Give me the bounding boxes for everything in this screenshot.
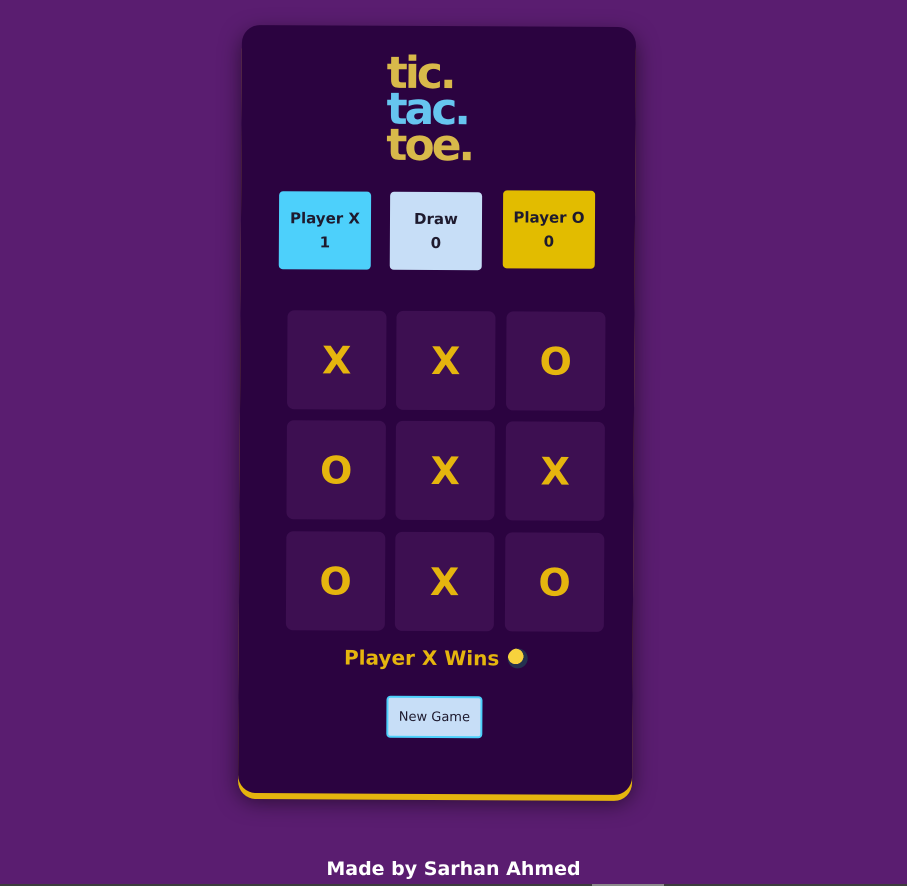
game-board: X X O O X X O X O (285, 310, 610, 634)
new-game-button[interactable]: New Game (386, 695, 483, 739)
score-draw: Draw 0 (389, 191, 483, 271)
score-player-x-value: 1 (319, 233, 331, 252)
board-cell-2[interactable]: X (396, 310, 496, 411)
board-cell-6[interactable]: X (505, 421, 605, 521)
score-player-o: Player O 0 (502, 190, 596, 269)
board-cell-7[interactable]: O (285, 531, 386, 631)
board-cell-8[interactable]: X (394, 531, 495, 632)
scoreboard: Player X 1 Draw 0 Player O 0 (241, 190, 635, 273)
game-status: Player X Wins (239, 645, 633, 671)
score-draw-value: 0 (430, 233, 442, 253)
game-card: tic. tac. toe. Player X 1 Draw 0 Player … (237, 24, 637, 796)
board-cell-4[interactable]: O (286, 420, 386, 520)
score-player-o-label: Player O (513, 208, 585, 227)
footer-credit: Made by Sarhan Ahmed (326, 858, 581, 880)
board-cell-3[interactable]: O (505, 311, 606, 411)
score-player-o-value: 0 (543, 232, 555, 251)
logo: tic. tac. toe. (386, 48, 473, 172)
score-draw-label: Draw (414, 209, 458, 229)
status-text: Player X Wins (343, 645, 500, 671)
board-cell-9[interactable]: O (504, 532, 605, 632)
logo-line-toe: toe. (386, 119, 473, 172)
score-player-x: Player X 1 (278, 191, 372, 270)
board-cell-5[interactable]: X (395, 420, 495, 521)
trophy-icon (507, 647, 528, 668)
board-cell-1[interactable]: X (287, 310, 387, 410)
score-player-x-label: Player X (289, 209, 361, 228)
